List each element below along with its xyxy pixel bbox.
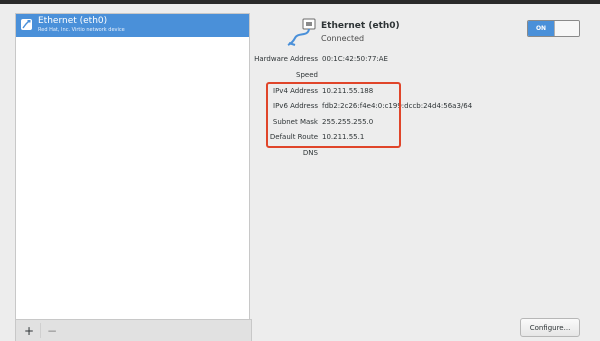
ethernet-device-icon (21, 19, 32, 30)
speed-label: Speed (296, 71, 318, 79)
connection-title: Ethernet (eth0) (321, 21, 400, 31)
wired-network-icon (286, 17, 318, 47)
ip-details-highlight-box (266, 82, 401, 148)
toggle-knob[interactable] (554, 21, 579, 36)
top-bar (0, 0, 600, 4)
add-device-button[interactable]: + (18, 322, 40, 339)
device-list-toolbar: + − (15, 319, 252, 341)
connection-status: Connected (321, 34, 365, 43)
connection-toggle[interactable]: ON (527, 20, 580, 37)
remove-device-button[interactable]: − (41, 322, 63, 339)
configure-button[interactable]: Configure... (520, 318, 580, 337)
dns-label: DNS (302, 149, 318, 157)
device-item-eth0[interactable]: Ethernet (eth0) Red Hat, Inc. Virtio net… (16, 14, 249, 37)
device-item-description: Red Hat, Inc. Virtio network device (38, 27, 125, 33)
device-item-name: Ethernet (eth0) (38, 16, 108, 26)
hardware-address-value: 00:1C:42:50:77:AE (322, 55, 388, 63)
toggle-on-label: ON (528, 21, 554, 36)
hardware-address-label: Hardware Address (254, 55, 318, 63)
